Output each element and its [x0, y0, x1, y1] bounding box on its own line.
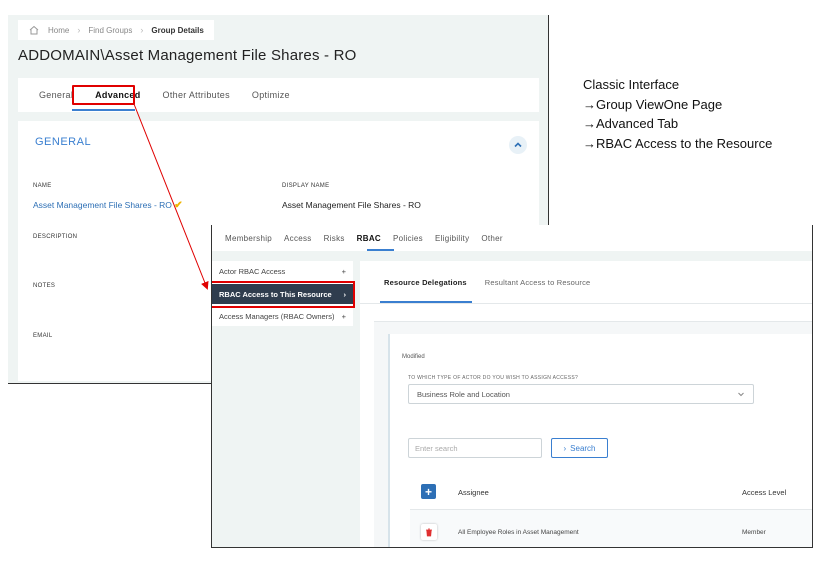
column-header-assignee: Assignee — [458, 488, 489, 497]
annotation-line: →Advanced Tab — [583, 116, 679, 131]
home-icon[interactable] — [28, 24, 40, 36]
active-tab-indicator — [380, 301, 472, 303]
menu-item-access-managers[interactable]: Access Managers (RBAC Owners) + — [212, 306, 353, 326]
tab-other-attributes[interactable]: Other Attributes — [152, 90, 241, 100]
actor-type-label: TO WHICH TYPE OF ACTOR DO YOU WISH TO AS… — [408, 375, 579, 381]
chevron-up-icon — [514, 142, 522, 148]
display-name-value: Asset Management File Shares - RO — [282, 200, 421, 210]
breadcrumb-home[interactable]: Home — [48, 26, 69, 35]
checkmark-icon: ✔ — [174, 200, 183, 211]
rbac-menu-highlight — [212, 281, 355, 308]
chevron-right-icon: › — [140, 25, 144, 35]
description-label: DESCRIPTION — [33, 234, 78, 240]
actor-type-value: Business Role and Location — [417, 389, 510, 399]
menu-item-actor-rbac-access[interactable]: Actor RBAC Access + — [212, 261, 353, 281]
breadcrumb-group-details: Group Details — [151, 25, 204, 35]
delegation-form: Modified TO WHICH TYPE OF ACTOR DO YOU W… — [388, 334, 812, 547]
breadcrumb-find-groups[interactable]: Find Groups — [88, 26, 132, 35]
advanced-tab-highlight — [72, 85, 135, 105]
tab-resource-delegations[interactable]: Resource Delegations — [384, 278, 467, 287]
name-text: Asset Management File Shares - RO — [33, 200, 172, 210]
rbac-window: Membership Access Risks RBAC Policies El… — [211, 225, 813, 548]
tab-eligibility[interactable]: Eligibility — [429, 234, 475, 243]
delete-button[interactable] — [421, 524, 437, 540]
display-name-label: DISPLAY NAME — [282, 183, 330, 189]
annotation-line: →Group ViewOne Page — [583, 96, 723, 112]
notes-label: NOTES — [33, 283, 56, 289]
actor-type-select[interactable]: Business Role and Location — [408, 384, 754, 404]
page-title: ADDOMAIN\Asset Management File Shares - … — [18, 47, 357, 64]
delegation-tabs: Resource Delegations Resultant Access to… — [360, 261, 812, 304]
chevron-down-icon — [738, 392, 744, 397]
resource-tabs: Membership Access Risks RBAC Policies El… — [212, 225, 812, 251]
chevron-right-icon: › — [563, 443, 567, 453]
annotation-text: Classic Interface →Group ViewOne Page →A… — [583, 75, 772, 153]
trash-icon — [426, 528, 432, 536]
access-level-cell: Member — [742, 529, 766, 536]
plus-icon: + — [341, 266, 346, 276]
assignee-cell: All Employee Roles in Asset Management — [458, 529, 579, 536]
active-tab-indicator — [367, 249, 394, 251]
column-header-access-level: Access Level — [742, 488, 787, 497]
add-assignee-button[interactable]: + — [421, 484, 436, 499]
plus-icon: + — [341, 311, 346, 321]
email-label: EMAIL — [33, 333, 53, 339]
name-value[interactable]: Asset Management File Shares - RO ✔ — [33, 200, 183, 211]
collapse-button[interactable] — [509, 136, 527, 154]
menu-item-label: Actor RBAC Access — [219, 266, 286, 276]
tab-membership[interactable]: Membership — [219, 234, 278, 243]
search-button[interactable]: › Search — [551, 438, 608, 458]
tab-optimize[interactable]: Optimize — [241, 90, 301, 100]
tab-other[interactable]: Other — [475, 234, 509, 243]
search-button-label: Search — [570, 443, 596, 453]
active-tab-indicator — [72, 109, 135, 111]
menu-item-label: Access Managers (RBAC Owners) — [219, 311, 335, 321]
name-label: NAME — [33, 183, 52, 189]
delegation-card: Modified TO WHICH TYPE OF ACTOR DO YOU W… — [374, 321, 812, 547]
section-title: GENERAL — [35, 136, 92, 148]
tab-rbac[interactable]: RBAC — [351, 234, 387, 243]
annotation-line: Classic Interface — [583, 77, 680, 92]
tab-access[interactable]: Access — [278, 234, 318, 243]
tab-resultant-access[interactable]: Resultant Access to Resource — [485, 278, 591, 287]
plus-icon: + — [424, 484, 432, 499]
tab-policies[interactable]: Policies — [387, 234, 429, 243]
modified-label: Modified — [402, 354, 425, 360]
chevron-right-icon: › — [77, 25, 81, 35]
search-input[interactable] — [408, 438, 542, 458]
delegations-panel: Resource Delegations Resultant Access to… — [360, 261, 812, 547]
breadcrumb: Home › Find Groups › Group Details — [18, 20, 214, 40]
annotation-line: →RBAC Access to the Resource — [583, 135, 773, 151]
tab-risks[interactable]: Risks — [318, 234, 351, 243]
